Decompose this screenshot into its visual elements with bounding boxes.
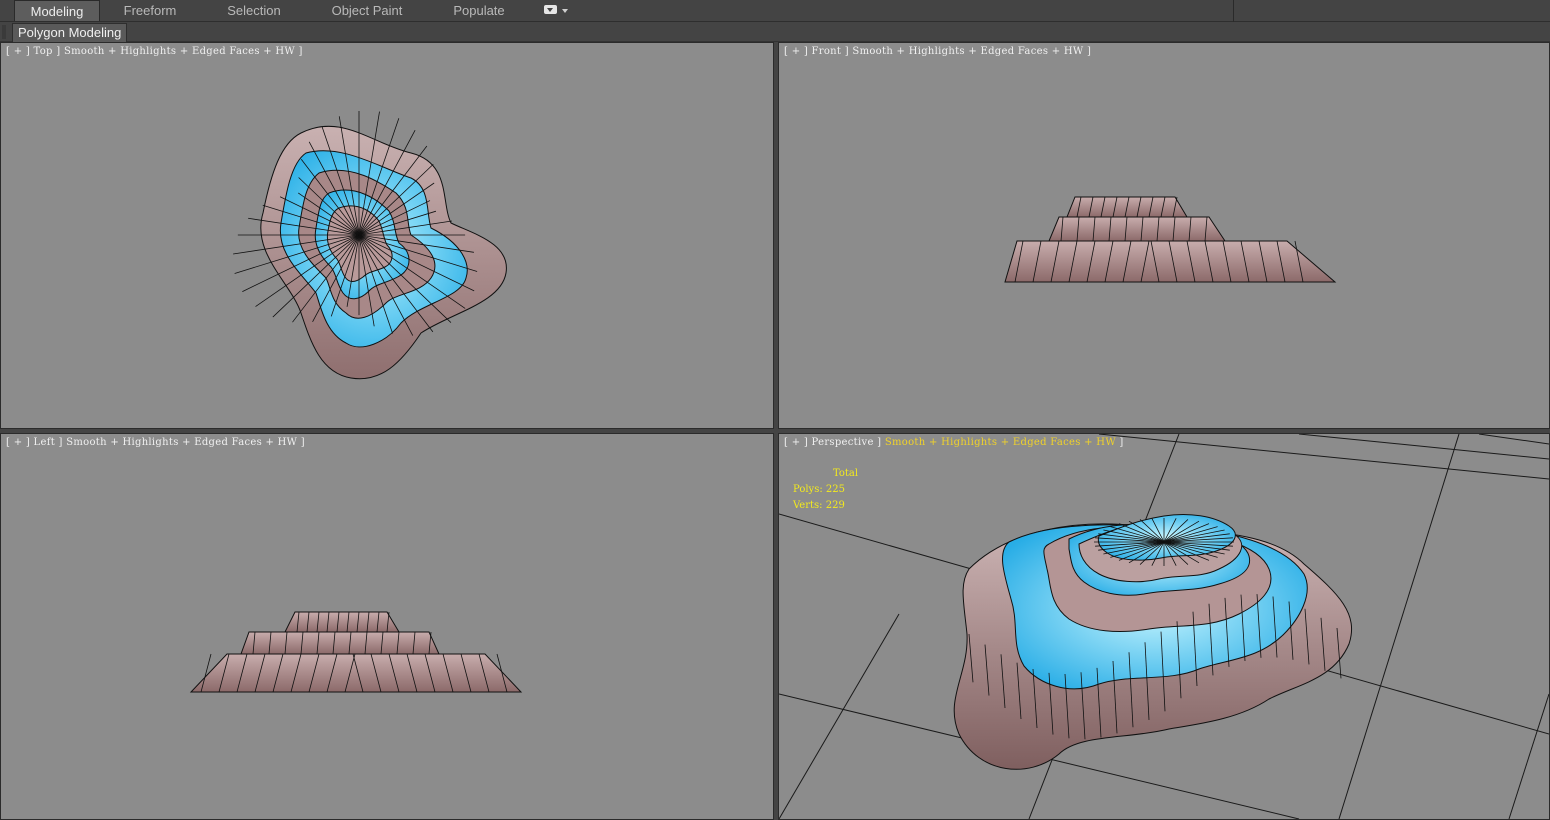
label-bracket: ] <box>298 46 303 57</box>
stats-verts-value: 229 <box>825 500 845 511</box>
label-sep: ] <box>877 437 882 448</box>
tab-populate[interactable]: Populate <box>426 0 532 21</box>
tab-object-paint[interactable]: Object Paint <box>308 0 426 21</box>
chevron-down-icon <box>562 9 568 13</box>
dropdown-menu-icon <box>544 5 557 14</box>
tab-selection[interactable]: Selection <box>200 0 308 21</box>
pond-mesh-front <box>1004 196 1337 283</box>
tab-modeling[interactable]: Modeling <box>14 0 100 21</box>
label-plus: + <box>13 46 23 57</box>
ribbon-panel-bar: Polygon Modeling <box>0 22 1550 43</box>
viewport-label-front[interactable]: [ + ] Front ] Smooth + Highlights + Edge… <box>784 46 1091 57</box>
front-view-canvas <box>1004 196 1337 283</box>
label-sep: ] <box>803 437 809 448</box>
ribbon-divider <box>1233 0 1234 22</box>
label-plus: + <box>791 437 801 448</box>
label-bracket: ] <box>300 437 305 448</box>
viewport-perspective[interactable]: [ + ] Perspective ] Smooth + Highlights … <box>778 433 1550 820</box>
label-bracket: [ <box>6 46 11 57</box>
ribbon-tabs: Modeling Freeform Selection Object Paint… <box>14 0 532 22</box>
label-shading: Smooth + Highlights + Edged Faces + HW <box>884 437 1116 448</box>
label-sep: ] <box>803 46 809 57</box>
viewport-left[interactable]: [ + ] Left ] Smooth + Highlights + Edged… <box>0 433 774 820</box>
panel-grip-handle[interactable] <box>2 25 6 39</box>
label-shading: Smooth + Highlights + Edged Faces + HW <box>852 46 1084 57</box>
label-view-name: Perspective <box>811 437 874 448</box>
viewport-top[interactable]: [ + ] Top ] Smooth + Highlights + Edged … <box>0 42 774 429</box>
ribbon-dropdown-button[interactable] <box>542 4 568 18</box>
label-bracket: [ <box>784 46 789 57</box>
top-view-canvas <box>233 110 507 380</box>
label-bracket: ] <box>1086 46 1092 57</box>
viewport-label-perspective[interactable]: [ + ] Perspective ] Smooth + Highlights … <box>784 437 1124 448</box>
label-view-name: Front <box>811 46 842 57</box>
label-plus: + <box>791 46 801 57</box>
viewport-label-left[interactable]: [ + ] Left ] Smooth + Highlights + Edged… <box>6 437 305 448</box>
label-shading: Smooth + Highlights + Edged Faces + HW <box>66 437 298 448</box>
viewport-front[interactable]: [ + ] Front ] Smooth + Highlights + Edge… <box>778 42 1550 429</box>
label-sep: ] <box>58 437 63 448</box>
label-bracket: [ <box>784 437 789 448</box>
label-shading: Smooth + Highlights + Edged Faces + HW <box>63 46 296 57</box>
left-view-canvas <box>189 611 523 693</box>
scene-statistics: Total Polys: 225 Verts: 229 <box>793 466 858 514</box>
perspective-view-canvas <box>779 434 1549 819</box>
label-sep: ] <box>25 437 31 448</box>
label-bracket: [ <box>6 437 11 448</box>
stats-polys-value: 225 <box>825 484 845 495</box>
label-sep: ] <box>56 46 61 57</box>
stats-total-label: Total <box>833 468 859 479</box>
label-bracket: ] <box>1119 437 1124 448</box>
label-plus: + <box>13 437 23 448</box>
label-sep: ] <box>25 46 31 57</box>
stats-polys-row: Polys: 225 <box>793 482 858 498</box>
polygon-modeling-panel-button[interactable]: Polygon Modeling <box>12 23 128 43</box>
tab-freeform[interactable]: Freeform <box>100 0 200 21</box>
stats-verts-label: Verts: <box>793 500 823 511</box>
pond-mesh-top <box>260 125 507 380</box>
stats-polys-label: Polys: <box>793 484 823 495</box>
label-view-name: Left <box>33 437 56 448</box>
stats-verts-row: Verts: 229 <box>793 498 858 514</box>
label-sep: ] <box>844 46 849 57</box>
label-view-name: Top <box>33 46 53 57</box>
viewport-label-top[interactable]: [ + ] Top ] Smooth + Highlights + Edged … <box>6 46 303 57</box>
ribbon-bar: Modeling Freeform Selection Object Paint… <box>0 0 1550 22</box>
